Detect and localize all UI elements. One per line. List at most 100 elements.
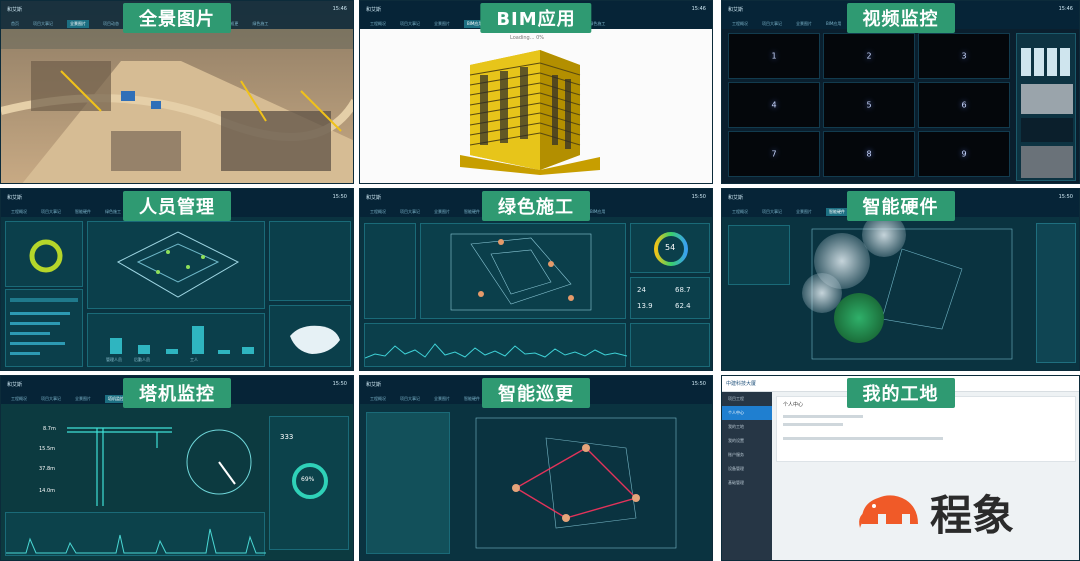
brand-watermark: 程象 <box>852 480 1052 540</box>
brand-label: 和艾斯 <box>7 195 23 201</box>
nav-item[interactable]: 全景图片 <box>796 209 812 215</box>
bim-building-model[interactable] <box>460 45 610 175</box>
device-menu[interactable] <box>1036 223 1076 363</box>
nav-item[interactable]: 工程概况 <box>11 209 27 215</box>
nav-item[interactable]: 全景图片 <box>434 209 450 215</box>
panel-video: 和艾斯 15:46 工程概况 项目大事记 全景图片 BIM应用 视频监控 智能硬… <box>721 0 1080 184</box>
menu-item[interactable]: 账户服务 <box>722 448 772 462</box>
load-stats-card: 333 69% <box>269 416 349 550</box>
nav-item[interactable]: 项目大事记 <box>33 21 53 27</box>
pm25-value: 24 <box>637 286 646 294</box>
camera-tile-1[interactable]: 1 <box>728 33 820 79</box>
nav-item[interactable]: 工程概况 <box>370 396 386 402</box>
nav-item[interactable]: 全景图片 <box>75 396 91 402</box>
panel-title: 绿色施工 <box>482 191 590 221</box>
crane-readings: 8.7m 15.5m 37.8m 14.0m <box>39 426 56 494</box>
site-map-card[interactable] <box>420 223 626 319</box>
nav-item[interactable]: 智能硬件 <box>464 396 480 402</box>
crane-history-chart <box>5 512 266 556</box>
clock: 15:46 <box>691 6 706 12</box>
camera-tile-3[interactable]: 3 <box>918 33 1010 79</box>
china-map <box>290 325 340 354</box>
clock: 15:50 <box>691 194 706 200</box>
nav-item[interactable]: 工程概况 <box>11 396 27 402</box>
nav-item[interactable]: 项目大事记 <box>400 396 420 402</box>
staff-bar <box>242 347 254 354</box>
clock: 15:50 <box>332 194 347 200</box>
nav-item[interactable]: 项目大事记 <box>400 209 420 215</box>
panel-crane: 和艾斯 15:50 工程概况 项目大事记 全景图片 塔机监控 智能巡更 视频监控… <box>0 375 354 561</box>
panel-mysite: 中建科技大厦 项目工程 个人中心 我的工地 我的设置 账户服务 设备管理 基础管… <box>721 375 1080 561</box>
bar-label: 管理人员 <box>106 357 122 362</box>
nav-item[interactable]: 项目大事记 <box>41 396 61 402</box>
nav-item[interactable]: 智能硬件 <box>75 209 91 215</box>
panel-title: BIM应用 <box>480 3 592 33</box>
nav-item[interactable]: 全景图片 <box>796 21 812 27</box>
nav-item[interactable]: 项目大事记 <box>400 21 420 27</box>
menu-item-active[interactable]: 个人中心 <box>722 406 772 420</box>
camera-tile-5[interactable]: 5 <box>823 82 915 128</box>
nav-item[interactable]: BIM应用 <box>826 21 841 27</box>
bar-label: 后勤人员 <box>134 357 150 362</box>
nav-item-active[interactable]: 全景图片 <box>67 20 89 28</box>
site-map-card[interactable] <box>87 221 265 309</box>
brand-label: 中建科技大厦 <box>726 381 757 387</box>
alert-list-card <box>269 221 351 301</box>
menu-item[interactable]: 我的设置 <box>722 434 772 448</box>
nav-item[interactable]: 工程概况 <box>732 209 748 215</box>
panel-personnel: 和艾斯 15:50 工程概况 项目大事记 智能硬件 绿色施工 智能巡更 视频监控… <box>0 188 354 371</box>
layout-grid-icon[interactable] <box>1021 48 1073 76</box>
attendance-ring <box>29 239 63 273</box>
panel-title: 视频监控 <box>846 3 955 33</box>
panel-title: 智能巡更 <box>482 378 590 408</box>
nav-item[interactable]: 全景图片 <box>434 396 450 402</box>
nav-item[interactable]: 项目动态 <box>103 21 119 27</box>
worker-list-card <box>5 289 83 367</box>
panel-title: 智能硬件 <box>846 191 955 221</box>
pm-history-chart <box>364 323 628 367</box>
humidity-value: 62.4 <box>675 302 691 310</box>
nav-item[interactable]: 绿色施工 <box>105 209 121 215</box>
camera-tile-6[interactable]: 6 <box>918 82 1010 128</box>
menu-item[interactable]: 基础管理 <box>722 476 772 490</box>
device-stats-card <box>728 225 790 285</box>
pm10-value: 68.7 <box>675 286 691 294</box>
camera-thumbnail[interactable] <box>1021 118 1073 142</box>
panel-hardware: 和艾斯 15:50 工程概况 项目大事记 全景图片 智能硬件 绿色施工 视频监控… <box>721 188 1080 371</box>
nav-item[interactable]: BIM应用 <box>590 209 605 215</box>
camera-tile-4[interactable]: 4 <box>728 82 820 128</box>
staff-bar <box>138 345 150 354</box>
nav-item[interactable]: 项目大事记 <box>41 209 61 215</box>
nav-item-active[interactable]: 智能硬件 <box>826 208 848 216</box>
nav-item[interactable]: 绿色施工 <box>252 21 268 27</box>
menu-item[interactable]: 项目工程 <box>722 392 772 406</box>
nav-item[interactable]: 首页 <box>11 21 19 27</box>
brand-name: 程象 <box>930 491 1015 540</box>
menu-item[interactable]: 设备管理 <box>722 462 772 476</box>
patrol-route-map[interactable] <box>456 408 706 558</box>
camera-tile-2[interactable]: 2 <box>823 33 915 79</box>
aqi-value: 54 <box>665 243 676 252</box>
panel-bim: 和艾斯 15:46 工程概况 项目大事记 全景图片 BIM应用 智能硬件 视频监… <box>359 0 713 184</box>
nav-item[interactable]: 全景图片 <box>434 21 450 27</box>
nav-item[interactable]: 智能硬件 <box>464 209 480 215</box>
brand-label: 和艾斯 <box>366 7 382 13</box>
camera-tile-9[interactable]: 9 <box>918 131 1010 177</box>
nav-item[interactable]: 项目大事记 <box>762 209 782 215</box>
staff-bar <box>192 326 204 354</box>
camera-tile-8[interactable]: 8 <box>823 131 915 177</box>
aqi-gauge-card: 54 <box>630 223 710 273</box>
menu-item[interactable]: 我的工地 <box>722 420 772 434</box>
camera-tile-7[interactable]: 7 <box>728 131 820 177</box>
nav-item[interactable]: 工程概况 <box>370 21 386 27</box>
camera-thumbnail[interactable] <box>1021 84 1073 114</box>
nav-item[interactable]: 项目大事记 <box>762 21 782 27</box>
brand-label: 和艾斯 <box>728 7 744 13</box>
nav-item[interactable]: 绿色施工 <box>589 21 605 27</box>
nav-item[interactable]: 工程概况 <box>370 209 386 215</box>
panel-patrol: 和艾斯 15:50 工程概况 项目大事记 全景图片 智能硬件 智能巡更 视频监控… <box>359 375 713 561</box>
device-table-card <box>630 323 710 367</box>
nav-item[interactable]: 工程概况 <box>732 21 748 27</box>
camera-thumbnail[interactable] <box>1021 146 1073 178</box>
site-plan-map <box>116 231 240 298</box>
